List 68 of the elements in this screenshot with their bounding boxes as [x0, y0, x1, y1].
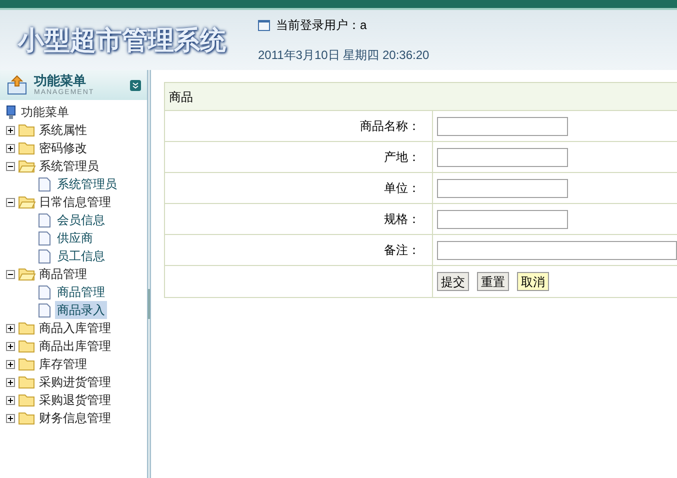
- tree-folder-label[interactable]: 采购退货管理: [39, 391, 111, 409]
- field-label: 单位：: [384, 180, 420, 197]
- page-icon: [38, 302, 51, 318]
- expand-icon[interactable]: [6, 360, 15, 368]
- page-icon: [38, 248, 51, 264]
- tree-folder-label[interactable]: 库存管理: [39, 355, 87, 373]
- sidebar-title: 功能菜单: [34, 74, 87, 87]
- open-folder-icon: [18, 195, 36, 209]
- app-title: 小型超市管理系统: [16, 24, 229, 58]
- tree-leaf-item[interactable]: 供应商: [55, 229, 95, 247]
- open-folder-icon: [18, 159, 36, 173]
- form-title: 商品: [169, 88, 193, 106]
- folder-icon: [18, 339, 36, 353]
- tree-folder-label[interactable]: 密码修改: [39, 139, 87, 157]
- collapse-icon[interactable]: [6, 270, 15, 278]
- page-icon: [38, 284, 51, 300]
- tree-folder-label[interactable]: 财务信息管理: [39, 409, 111, 427]
- folder-icon: [18, 411, 36, 425]
- input-field[interactable]: [437, 148, 568, 166]
- tree-leaf-item[interactable]: 会员信息: [55, 211, 107, 229]
- form-button[interactable]: 重置: [477, 272, 509, 291]
- field-label: 备注：: [384, 242, 420, 259]
- tree-folder-label[interactable]: 日常信息管理: [39, 193, 111, 211]
- tree-leaf-item[interactable]: 系统管理员: [55, 175, 119, 193]
- expand-icon[interactable]: [6, 342, 15, 350]
- input-field[interactable]: [437, 210, 568, 228]
- tree-folder-label[interactable]: 采购进货管理: [39, 373, 111, 391]
- date-time: 2011年3月10日 星期四 20:36:20: [258, 47, 430, 64]
- expand-icon[interactable]: [6, 126, 15, 134]
- field-label: 产地：: [384, 149, 420, 166]
- folder-icon: [18, 321, 36, 335]
- open-folder-icon: [18, 267, 36, 281]
- folder-icon: [18, 123, 36, 137]
- field-label: 商品名称：: [360, 118, 420, 135]
- window-icon: [258, 20, 270, 30]
- tree-folder-label[interactable]: 系统属性: [39, 121, 87, 139]
- collapse-icon[interactable]: [6, 198, 15, 206]
- folder-icon: [18, 141, 36, 155]
- expand-icon[interactable]: [6, 414, 15, 422]
- tree-leaf-item[interactable]: 商品管理: [55, 283, 107, 301]
- current-user-label: 当前登录用户：a: [276, 17, 367, 34]
- tree-leaf-item[interactable]: 商品录入: [55, 301, 107, 319]
- tree-folder-label[interactable]: 商品出库管理: [39, 337, 111, 355]
- input-field[interactable]: [437, 178, 568, 198]
- field-label: 规格：: [384, 211, 420, 228]
- page-icon: [38, 230, 51, 246]
- collapse-icon[interactable]: [6, 162, 15, 170]
- input-field[interactable]: [437, 116, 568, 136]
- computer-icon: [6, 104, 18, 120]
- folder-icon: [18, 375, 36, 389]
- tree-folder-label[interactable]: 商品入库管理: [39, 319, 111, 337]
- tree-folder-label[interactable]: 系统管理员: [39, 157, 99, 175]
- folder-icon: [18, 357, 36, 371]
- form-button[interactable]: 取消: [517, 272, 549, 291]
- collapse-menu-icon[interactable]: [130, 80, 141, 90]
- form-button[interactable]: 提交: [437, 272, 469, 291]
- upload-box-icon: [6, 75, 28, 95]
- tree-leaf-item[interactable]: 员工信息: [55, 247, 107, 265]
- input-field[interactable]: [437, 240, 677, 260]
- expand-icon[interactable]: [6, 324, 15, 332]
- tree-root-label[interactable]: 功能菜单: [21, 103, 69, 121]
- expand-icon[interactable]: [6, 378, 15, 386]
- page-icon: [38, 176, 51, 192]
- folder-icon: [18, 393, 36, 407]
- expand-icon[interactable]: [6, 144, 15, 152]
- page-icon: [38, 212, 51, 228]
- expand-icon[interactable]: [6, 396, 15, 404]
- tree-folder-label[interactable]: 商品管理: [39, 265, 87, 283]
